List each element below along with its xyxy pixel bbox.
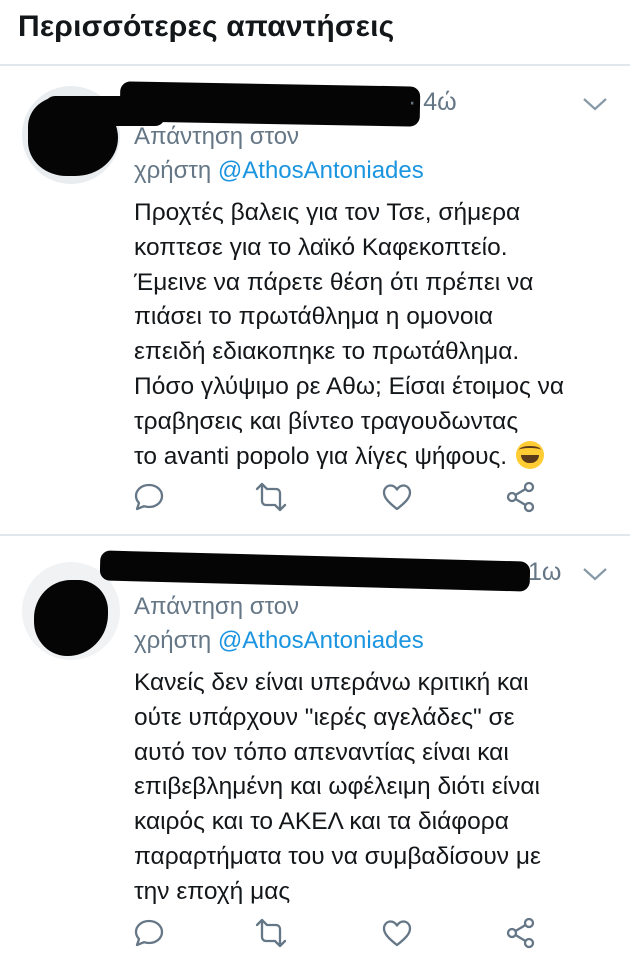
- section-title: Περισσότερες απαντήσεις: [18, 10, 395, 43]
- reply-prefix: χρήστη: [134, 627, 212, 654]
- replying-to: Απάντηση στον χρήστη @AthosAntoniades: [134, 590, 424, 658]
- like-button[interactable]: [380, 916, 414, 950]
- like-button[interactable]: [380, 480, 414, 514]
- reply-label: Απάντηση στον: [134, 593, 300, 620]
- share-icon: [506, 917, 535, 949]
- chevron-down-icon[interactable]: [580, 94, 610, 114]
- tweet-timestamp[interactable]: 1ω: [528, 558, 561, 587]
- reply-prefix: χρήστη: [134, 157, 212, 184]
- share-icon: [506, 481, 535, 513]
- retweet-icon: [255, 918, 287, 948]
- retweet-button[interactable]: [254, 480, 288, 514]
- retweet-icon: [255, 482, 287, 512]
- redacted-username: [99, 550, 531, 592]
- like-icon: [382, 484, 412, 511]
- share-button[interactable]: [504, 916, 538, 950]
- reply-icon: [134, 919, 164, 947]
- tweet-body: Προχτές βαλεις για τον Τσε, σήμερα κοπτε…: [134, 199, 565, 470]
- mention-link[interactable]: @AthosAntoniades: [218, 157, 424, 184]
- tweet-text: Προχτές βαλεις για τον Τσε, σήμερα κοπτε…: [134, 196, 614, 474]
- more-replies-header: Περισσότερες απαντήσεις: [0, 0, 630, 66]
- tweet-actions: [0, 916, 630, 956]
- replying-to: Απάντηση στον χρήστη @AthosAntoniades: [134, 120, 424, 188]
- reply-button[interactable]: [132, 480, 166, 514]
- retweet-button[interactable]: [254, 916, 288, 950]
- share-button[interactable]: [504, 480, 538, 514]
- grinning-squinting-face-emoji: [515, 440, 544, 469]
- tweet-actions: [0, 480, 630, 520]
- tweet-timestamp[interactable]: · 4ώ: [408, 88, 457, 117]
- reply-icon: [134, 483, 164, 511]
- chevron-down-icon[interactable]: [580, 564, 610, 584]
- mention-link[interactable]: @AthosAntoniades: [218, 627, 424, 654]
- like-icon: [382, 920, 412, 947]
- reply-button[interactable]: [132, 916, 166, 950]
- tweet-1[interactable]: · 4ώ Απάντηση στον χρήστη @AthosAntoniad…: [0, 66, 630, 536]
- reply-label: Απάντηση στον: [134, 123, 300, 150]
- tweet-2[interactable]: 1ω Απάντηση στον χρήστη @AthosAntoniades…: [0, 536, 630, 960]
- tweet-text: Κανείς δεν είναι υπεράνω κριτική και ούτ…: [134, 669, 541, 905]
